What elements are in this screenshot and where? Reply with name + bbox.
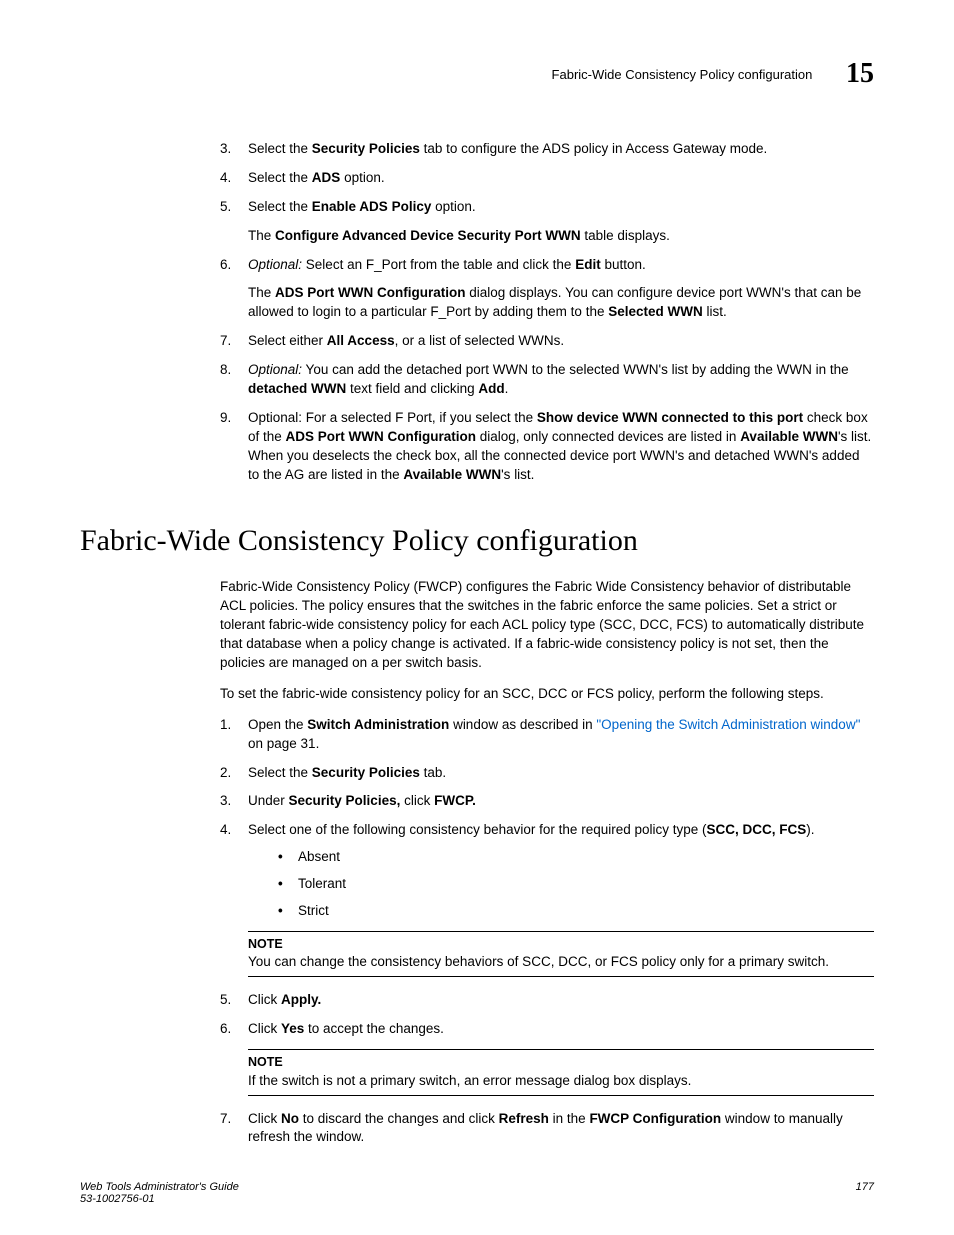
running-header: Fabric-Wide Consistency Policy configura… — [80, 58, 874, 90]
footer-docid: 53-1002756-01 — [80, 1193, 874, 1205]
step-8: 8. Optional: You can add the detached po… — [220, 361, 874, 399]
bullet-tolerant: Tolerant — [278, 875, 874, 894]
step-9: 9. Optional: For a selected F Port, if y… — [220, 409, 874, 485]
page-number: 177 — [856, 1181, 874, 1193]
fwcp-step-2: 2. Select the Security Policies tab. — [220, 764, 874, 783]
intro-block: Fabric-Wide Consistency Policy (FWCP) co… — [220, 578, 874, 1147]
fwcp-step-1: 1. Open the Switch Administration window… — [220, 716, 874, 754]
step-5: 5. Select the Enable ADS Policy option. … — [220, 198, 874, 246]
intro-paragraph-2: To set the fabric-wide consistency polic… — [220, 685, 874, 704]
page: Fabric-Wide Consistency Policy configura… — [0, 0, 954, 1235]
chapter-number: 15 — [846, 58, 874, 90]
fwcp-step-5: 5. Click Apply. — [220, 991, 874, 1010]
page-footer: 177 Web Tools Administrator's Guide 53-1… — [80, 1181, 874, 1205]
step-7: 7. Select either All Access, or a list o… — [220, 332, 874, 351]
footer-guide: Web Tools Administrator's Guide — [80, 1181, 874, 1193]
step-3: 3. Select the Security Policies tab to c… — [220, 140, 874, 159]
step-4: 4. Select the ADS option. — [220, 169, 874, 188]
bullet-absent: Absent — [278, 848, 874, 867]
link-switch-admin[interactable]: "Opening the Switch Administration windo… — [596, 717, 860, 732]
note-2: NOTE If the switch is not a primary swit… — [248, 1049, 874, 1095]
fwcp-step-4: 4. Select one of the following consisten… — [220, 821, 874, 921]
header-title: Fabric-Wide Consistency Policy configura… — [552, 67, 813, 82]
intro-paragraph-1: Fabric-Wide Consistency Policy (FWCP) co… — [220, 578, 874, 672]
note-1: NOTE You can change the consistency beha… — [248, 931, 874, 977]
fwcp-step-6: 6. Click Yes to accept the changes. — [220, 1020, 874, 1039]
fwcp-step-7: 7. Click No to discard the changes and c… — [220, 1110, 874, 1148]
bullet-strict: Strict — [278, 902, 874, 921]
section-heading: Fabric-Wide Consistency Policy configura… — [80, 524, 874, 558]
step-6: 6. Optional: Select an F_Port from the t… — [220, 256, 874, 323]
fwcp-step-3: 3. Under Security Policies, click FWCP. — [220, 792, 874, 811]
first-step-block: 3. Select the Security Policies tab to c… — [220, 140, 874, 484]
